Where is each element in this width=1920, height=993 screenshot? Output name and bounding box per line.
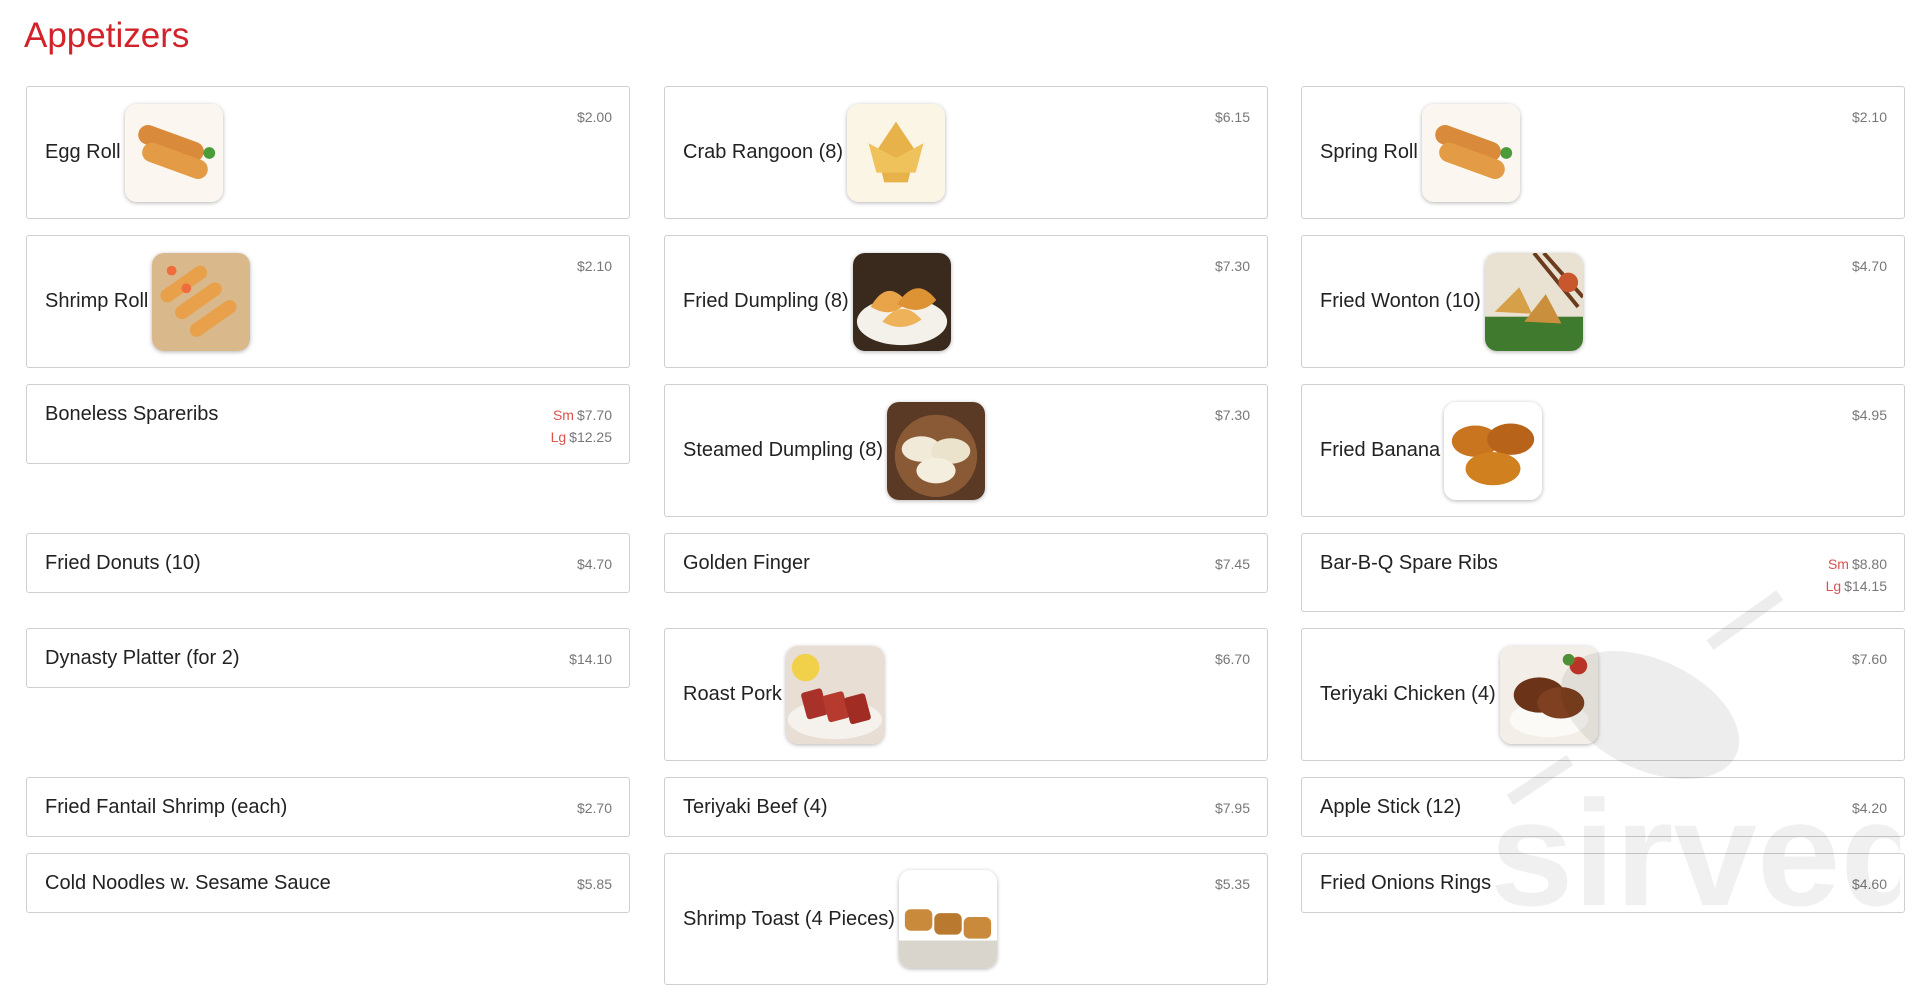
price: $2.70 — [576, 800, 612, 816]
item-name: Cold Noodles w. Sesame Sauce — [45, 872, 331, 894]
price: $2.10 — [576, 258, 612, 274]
menu-item-boneless-spareribs[interactable]: Boneless Spareribs Sm $7.70 Lg $12.25 — [26, 384, 630, 464]
menu-item-fried-donuts[interactable]: Fried Donuts (10) $4.70 — [26, 533, 630, 593]
shrimp-toast-image — [898, 870, 997, 968]
item-name: Fried Fantail Shrimp (each) — [45, 796, 288, 818]
menu-item-dynasty-platter[interactable]: Dynasty Platter (for 2) $14.10 — [26, 628, 630, 688]
price: $4.70 — [576, 556, 612, 572]
menu-item-shrimp-roll[interactable]: Shrimp Roll $2.10 — [26, 235, 630, 368]
size-price-row: Sm $7.70 — [551, 404, 612, 426]
fried-banana-image — [1444, 401, 1543, 500]
size-prices: Sm $7.70 Lg $12.25 — [551, 404, 612, 448]
menu-item-teriyaki-beef[interactable]: Teriyaki Beef (4) $7.95 — [664, 777, 1268, 837]
steamed-dumpling-image — [887, 401, 986, 500]
price: $6.15 — [1214, 109, 1250, 125]
size-label: Sm — [1827, 556, 1849, 572]
item-name: Fried Banana — [1320, 439, 1441, 461]
size-label: Lg — [1825, 578, 1842, 594]
menu-item-golden-finger[interactable]: Golden Finger $7.45 — [664, 533, 1268, 593]
size-price-row: Sm $8.80 — [1826, 553, 1887, 575]
teriyaki-chicken-image — [1499, 645, 1598, 744]
size-label: Sm — [552, 407, 574, 423]
price: $7.95 — [1214, 800, 1250, 816]
menu-item-spring-roll[interactable]: Spring Roll $2.10 — [1301, 86, 1905, 219]
menu-item-steamed-dumpling[interactable]: Steamed Dumpling (8) $7.30 — [664, 384, 1268, 517]
size-price-row: Lg $14.15 — [1826, 575, 1887, 597]
item-name: Apple Stick (12) — [1320, 796, 1462, 818]
menu-item-roast-pork[interactable]: Roast Pork $6.70 — [664, 628, 1268, 761]
item-name: Roast Pork — [683, 683, 782, 705]
item-name: Steamed Dumpling (8) — [683, 439, 884, 461]
price: $7.30 — [1214, 407, 1250, 423]
item-name: Teriyaki Beef (4) — [683, 796, 828, 818]
price: $7.60 — [1851, 651, 1887, 667]
price: $7.30 — [1214, 258, 1250, 274]
price: $7.70 — [576, 407, 612, 423]
menu-item-egg-roll[interactable]: Egg Roll $2.00 — [26, 86, 630, 219]
price: $6.70 — [1214, 651, 1250, 667]
price: $8.80 — [1851, 556, 1887, 572]
item-name: Spring Roll — [1320, 141, 1418, 163]
item-name: Dynasty Platter (for 2) — [45, 647, 240, 669]
item-name: Teriyaki Chicken (4) — [1320, 683, 1496, 705]
item-name: Fried Onions Rings — [1320, 872, 1492, 894]
size-prices: Sm $8.80 Lg $14.15 — [1826, 553, 1887, 597]
price: $4.95 — [1851, 407, 1887, 423]
size-price-row: Lg $12.25 — [551, 426, 612, 448]
menu-item-apple-stick[interactable]: Apple Stick (12) $4.20 — [1301, 777, 1905, 837]
item-name: Shrimp Toast (4 Pieces) — [683, 907, 895, 930]
price: $2.10 — [1851, 109, 1887, 125]
item-name: Fried Wonton (10) — [1320, 290, 1481, 312]
item-name: Golden Finger — [683, 552, 810, 574]
menu-item-fried-banana[interactable]: Fried Banana $4.95 — [1301, 384, 1905, 517]
menu-item-bar-b-q-spare-ribs[interactable]: Bar-B-Q Spare Ribs Sm $8.80 Lg $14.15 — [1301, 533, 1905, 612]
price: $4.70 — [1851, 258, 1887, 274]
item-name: Fried Dumpling (8) — [683, 290, 849, 312]
menu-item-fried-fantail-shrimp[interactable]: Fried Fantail Shrimp (each) $2.70 — [26, 777, 630, 837]
roast-pork-image — [785, 645, 884, 744]
section-title: Appetizers — [24, 16, 190, 55]
price: $4.60 — [1851, 876, 1887, 892]
price: $5.85 — [576, 876, 612, 892]
item-name: Crab Rangoon (8) — [683, 141, 844, 163]
menu-item-crab-rangoon[interactable]: Crab Rangoon (8) $6.15 — [664, 86, 1268, 219]
item-name: Shrimp Roll — [45, 290, 149, 312]
crab-rangoon-image — [847, 103, 946, 202]
menu-item-cold-noodles[interactable]: Cold Noodles w. Sesame Sauce $5.85 — [26, 853, 630, 913]
price: $14.15 — [1844, 578, 1887, 594]
menu-item-fried-dumpling[interactable]: Fried Dumpling (8) $7.30 — [664, 235, 1268, 368]
price: $2.00 — [576, 109, 612, 125]
size-label: Lg — [550, 429, 567, 445]
price: $12.25 — [569, 429, 612, 445]
price: $14.10 — [569, 651, 612, 667]
menu-item-fried-onions-rings[interactable]: Fried Onions Rings $4.60 — [1301, 853, 1905, 913]
menu-item-fried-wonton[interactable]: Fried Wonton (10) $4.70 — [1301, 235, 1905, 368]
item-name: Boneless Spareribs — [45, 403, 219, 425]
egg-roll-image — [124, 103, 223, 202]
price: $5.35 — [1214, 876, 1250, 892]
menu-item-shrimp-toast[interactable]: Shrimp Toast (4 Pieces) $5.35 — [664, 853, 1268, 985]
fried-dumpling-image — [852, 252, 951, 351]
item-name: Egg Roll — [45, 141, 121, 163]
item-name: Bar-B-Q Spare Ribs — [1320, 552, 1498, 574]
fried-wonton-image — [1484, 252, 1583, 351]
price: $7.45 — [1214, 556, 1250, 572]
spring-roll-image — [1421, 103, 1520, 202]
item-name: Fried Donuts (10) — [45, 552, 201, 574]
menu-item-teriyaki-chicken[interactable]: Teriyaki Chicken (4) $7.60 — [1301, 628, 1905, 761]
shrimp-roll-image — [152, 252, 251, 351]
price: $4.20 — [1851, 800, 1887, 816]
